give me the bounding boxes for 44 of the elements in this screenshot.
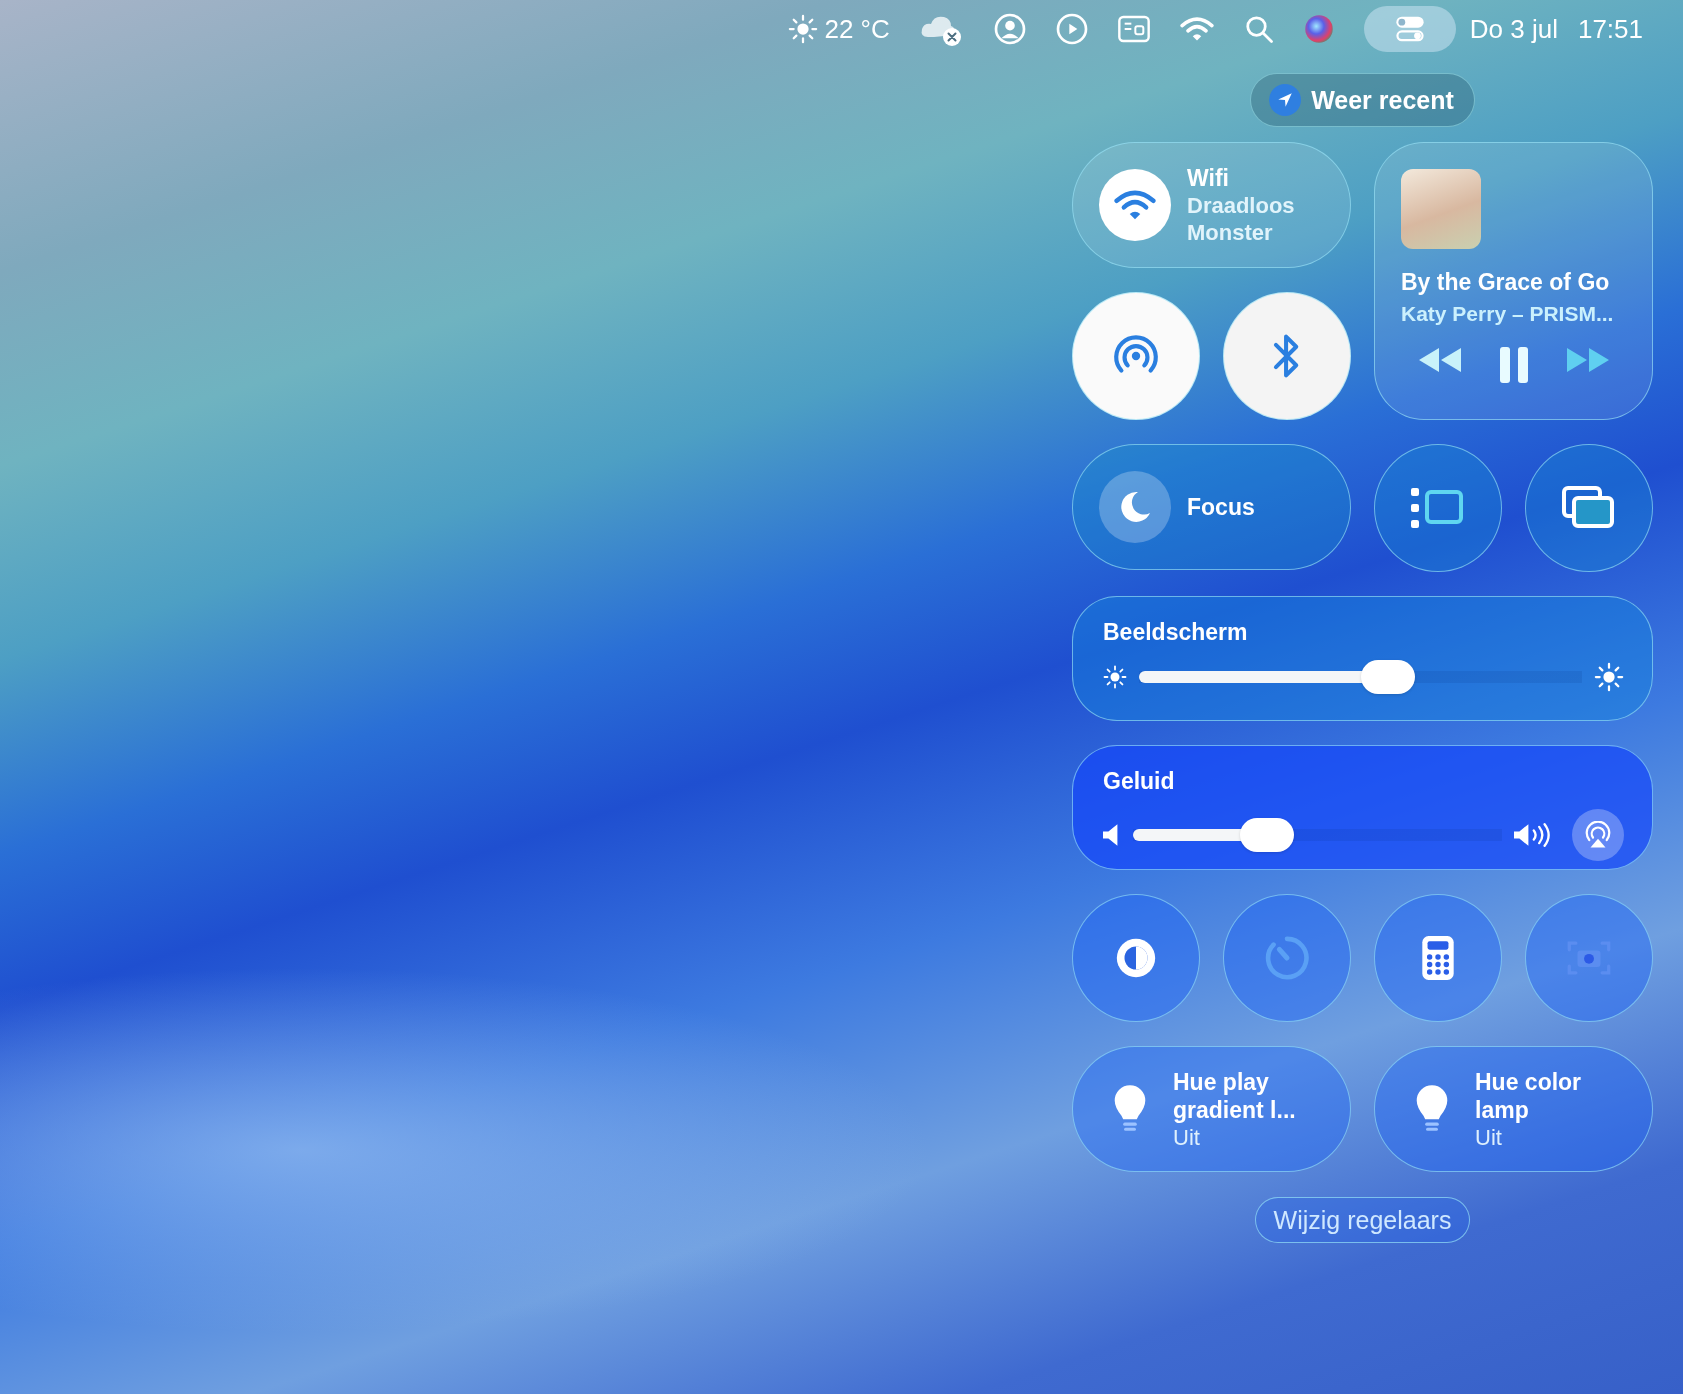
play-circle-icon[interactable]: [1055, 13, 1088, 45]
control-center-button[interactable]: [1363, 6, 1456, 52]
assistant-orb-icon[interactable]: [1303, 14, 1334, 44]
track-title: By the Grace of Go: [1401, 269, 1611, 296]
timer-icon: [1264, 935, 1310, 981]
audio-output-button[interactable]: [1572, 809, 1624, 861]
menu-bar-date[interactable]: Do 3 jul: [1469, 13, 1558, 45]
slider-thumb[interactable]: [1360, 660, 1415, 694]
tile-title: Wifi: [1187, 164, 1230, 192]
wifi-icon: [1114, 189, 1156, 221]
tile-title: Focus: [1187, 493, 1255, 521]
calculator-icon: [1420, 935, 1456, 981]
wifi-icon: [1179, 16, 1214, 42]
network-name: Draadloos Monster: [1187, 192, 1296, 246]
stage-manager-icon: [1411, 488, 1465, 528]
track-artist: Katy Perry – PRISM...: [1401, 302, 1615, 326]
edit-controls-button[interactable]: Wijzig regelaars: [1254, 1197, 1471, 1243]
audio-output-icon: [1583, 821, 1613, 849]
light-name: Hue color lamp: [1475, 1067, 1583, 1124]
pause-icon: [1498, 346, 1529, 384]
pause-button[interactable]: [1498, 346, 1529, 384]
focus-tile[interactable]: Focus: [1072, 444, 1351, 570]
toggles-icon: [1394, 15, 1425, 43]
slider-label: Geluid: [1103, 768, 1176, 795]
light-tile[interactable]: Hue play gradient l... Uit: [1072, 1046, 1351, 1172]
wifi-tile[interactable]: Wifi Draadloos Monster: [1072, 142, 1351, 268]
user-icon[interactable]: [993, 13, 1026, 45]
location-pill[interactable]: Weer recent: [1250, 73, 1475, 127]
light-tile[interactable]: Hue color lamp Uit: [1374, 1046, 1653, 1172]
slider-label: Beeldscherm: [1103, 619, 1249, 646]
brightness-high-icon: [1594, 662, 1624, 692]
light-status: Uit: [1173, 1123, 1201, 1151]
screen-mirroring-icon: [1562, 486, 1616, 530]
now-playing-tile[interactable]: By the Grace of Go Katy Perry – PRISM...: [1374, 142, 1653, 420]
light-status: Uit: [1475, 1123, 1503, 1151]
search-icon[interactable]: [1243, 14, 1274, 44]
light-name: Hue play gradient l...: [1173, 1067, 1297, 1124]
brightness-low-icon: [1103, 665, 1127, 689]
slider-thumb[interactable]: [1240, 818, 1295, 852]
sun-icon: [788, 14, 819, 44]
forward-icon: [1564, 346, 1611, 374]
weather-temperature[interactable]: 22 °C: [824, 13, 890, 45]
menu-bar-time[interactable]: 17:51: [1577, 13, 1643, 45]
speaker-high-icon: [1514, 822, 1550, 848]
